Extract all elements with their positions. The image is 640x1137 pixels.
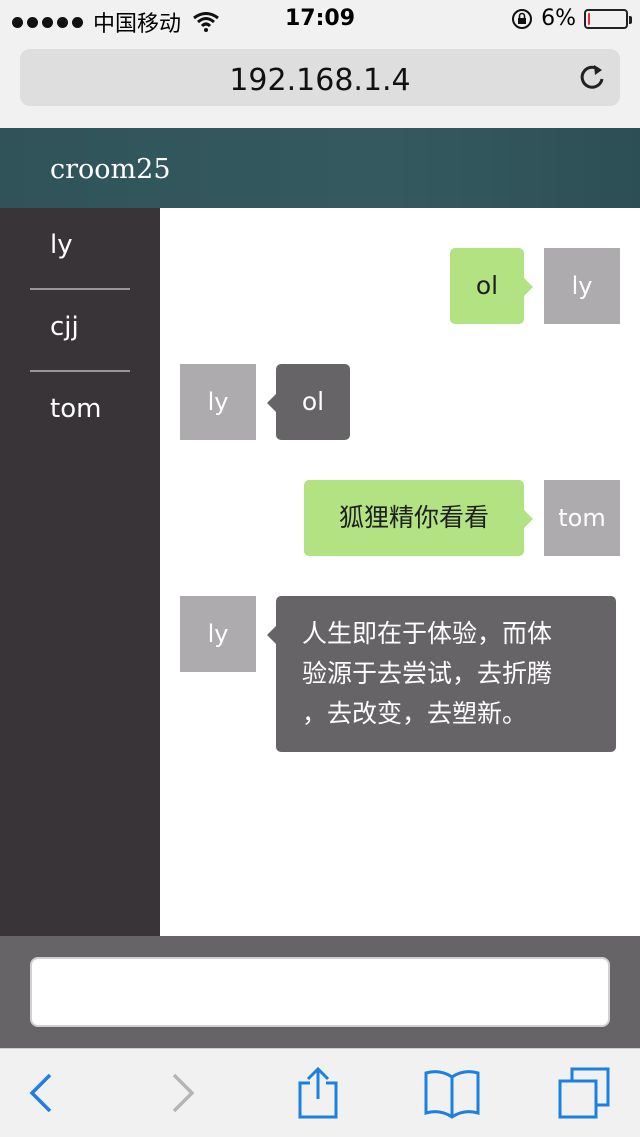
avatar-name: ly bbox=[571, 272, 593, 300]
forward-icon[interactable] bbox=[150, 1061, 214, 1125]
avatar: ly bbox=[544, 248, 620, 324]
message-text: ol bbox=[475, 271, 499, 300]
message-bubble: ol bbox=[450, 248, 524, 324]
chat-messages: ly ol ly ol tom 狐狸精你看看 ly 人生即在于体验，而体 验源于… bbox=[160, 208, 640, 936]
reload-icon[interactable] bbox=[576, 61, 608, 93]
message-text-line: ，去改变，去塑新。 bbox=[302, 699, 528, 728]
battery-percent: 6% bbox=[541, 6, 576, 31]
composer-bar bbox=[0, 936, 640, 1048]
bubble-tail bbox=[267, 394, 276, 412]
message-bubble: 人生即在于体验，而体 验源于去尝试，去折腾 ，去改变，去塑新。 bbox=[276, 596, 616, 752]
sidebar-item-ly[interactable]: ly bbox=[30, 208, 130, 290]
room-header: croom25 bbox=[0, 128, 640, 208]
message-text-line: 人生即在于体验，而体 bbox=[302, 619, 553, 648]
tabs-icon[interactable] bbox=[552, 1061, 616, 1125]
status-bar: 中国移动 17:09 6% bbox=[0, 0, 640, 40]
avatar: ly bbox=[180, 596, 256, 672]
battery-level bbox=[588, 12, 590, 25]
rotation-lock-icon bbox=[512, 8, 533, 29]
avatar: ly bbox=[180, 364, 256, 440]
sidebar-item-tom[interactable]: tom bbox=[30, 372, 130, 454]
avatar: tom bbox=[544, 480, 620, 556]
message-text: 狐狸精你看看 bbox=[338, 503, 489, 532]
battery-icon bbox=[584, 8, 632, 29]
avatar-name: tom bbox=[558, 504, 606, 532]
bubble-tail bbox=[524, 510, 533, 528]
message-text: ol bbox=[301, 387, 325, 416]
bubble-tail bbox=[524, 278, 533, 296]
share-icon[interactable] bbox=[286, 1061, 350, 1125]
sidebar-item-cjj[interactable]: cjj bbox=[30, 290, 130, 372]
back-icon[interactable] bbox=[10, 1061, 74, 1125]
url-text[interactable]: 192.168.1.4 bbox=[20, 63, 620, 98]
browser-url-area: 192.168.1.4 bbox=[0, 40, 640, 129]
user-sidebar: ly cjj tom bbox=[0, 208, 160, 936]
message-input[interactable] bbox=[30, 957, 610, 1027]
bubble-tail bbox=[267, 626, 276, 644]
address-bar[interactable]: 192.168.1.4 bbox=[20, 49, 620, 106]
avatar-name: ly bbox=[207, 620, 229, 648]
sidebar-item-label: cjj bbox=[50, 312, 79, 342]
bookmarks-icon[interactable] bbox=[420, 1061, 484, 1125]
avatar-name: ly bbox=[207, 388, 229, 416]
message-bubble: ol bbox=[276, 364, 350, 440]
status-right: 6% bbox=[511, 6, 632, 31]
sidebar-item-label: ly bbox=[50, 230, 73, 260]
message-text-line: 验源于去尝试，去折腾 bbox=[302, 659, 553, 688]
message-bubble: 狐狸精你看看 bbox=[304, 480, 524, 556]
sidebar-item-label: tom bbox=[50, 394, 102, 424]
room-title: croom25 bbox=[50, 154, 171, 185]
browser-toolbar bbox=[0, 1048, 640, 1137]
